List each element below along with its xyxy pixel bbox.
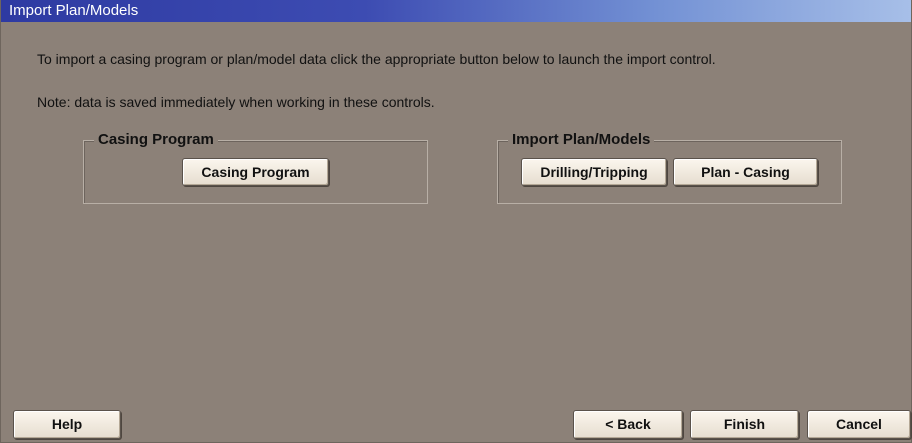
drilling-tripping-button[interactable]: Drilling/Tripping bbox=[521, 158, 667, 186]
plan-casing-button[interactable]: Plan - Casing bbox=[673, 158, 818, 186]
casing-program-group: Casing Program Casing Program bbox=[83, 131, 428, 204]
casing-program-group-legend: Casing Program bbox=[94, 131, 218, 149]
import-plan-models-window: Import Plan/Models To import a casing pr… bbox=[0, 0, 912, 443]
casing-program-button[interactable]: Casing Program bbox=[182, 158, 329, 186]
note-text: Note: data is saved immediately when wor… bbox=[37, 94, 435, 110]
cancel-button[interactable]: Cancel bbox=[807, 410, 911, 439]
help-button[interactable]: Help bbox=[13, 410, 121, 439]
import-plan-models-group-legend: Import Plan/Models bbox=[508, 131, 655, 149]
back-button[interactable]: < Back bbox=[573, 410, 683, 439]
import-plan-models-group: Import Plan/Models Drilling/Tripping Pla… bbox=[497, 131, 842, 204]
finish-button[interactable]: Finish bbox=[690, 410, 799, 439]
window-titlebar: Import Plan/Models bbox=[1, 0, 911, 22]
intro-text: To import a casing program or plan/model… bbox=[37, 51, 716, 67]
